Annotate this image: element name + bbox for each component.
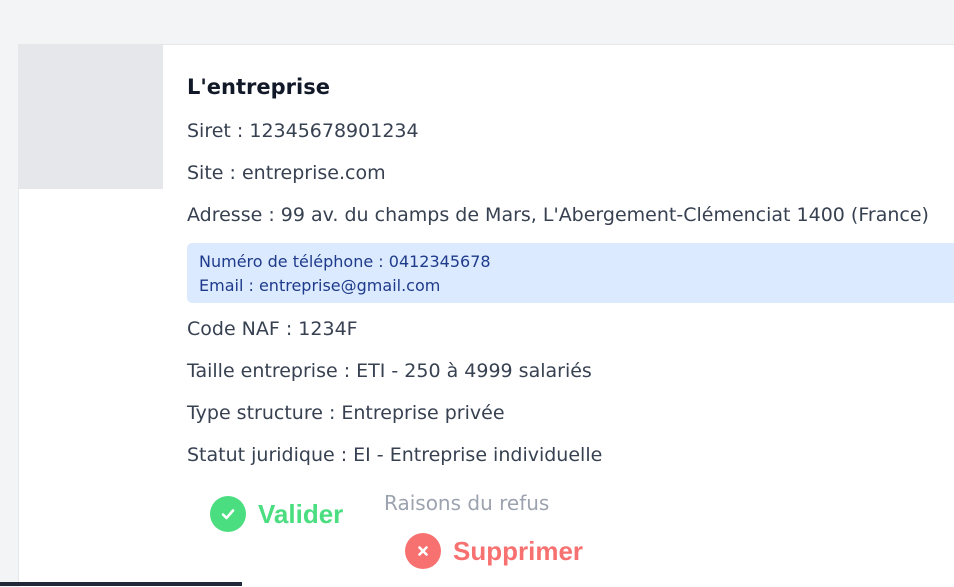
company-address: Adresse : 99 av. du champs de Mars, L'Ab… [187, 204, 929, 226]
refusal-reason-input[interactable] [382, 486, 661, 519]
company-naf: Code NAF : 1234F [187, 318, 358, 340]
validate-label: Valider [258, 498, 344, 529]
delete-label: Supprimer [453, 535, 584, 566]
validate-button[interactable]: Valider [210, 496, 343, 532]
x-circle-icon [405, 533, 441, 569]
company-size: Taille entreprise : ETI - 250 à 4999 sal… [187, 360, 592, 382]
company-logo-placeholder [19, 45, 163, 189]
company-name: L'entreprise [187, 75, 330, 99]
company-phone: Numéro de téléphone : 0412345678 [199, 252, 491, 271]
company-structure-type: Type structure : Entreprise privée [187, 402, 505, 424]
delete-button[interactable]: Supprimer [405, 533, 583, 569]
company-legal-status: Statut juridique : EI - Entreprise indiv… [187, 444, 603, 466]
company-email: Email : entreprise@gmail.com [199, 276, 441, 295]
contact-info-box: Numéro de téléphone : 0412345678 Email :… [187, 243, 954, 303]
company-siret: Siret : 12345678901234 [187, 120, 419, 142]
bottom-scrollbar[interactable] [0, 582, 242, 586]
check-circle-icon [210, 496, 246, 532]
company-site: Site : entreprise.com [187, 162, 386, 184]
company-card: L'entreprise Siret : 12345678901234 Site… [18, 44, 954, 587]
